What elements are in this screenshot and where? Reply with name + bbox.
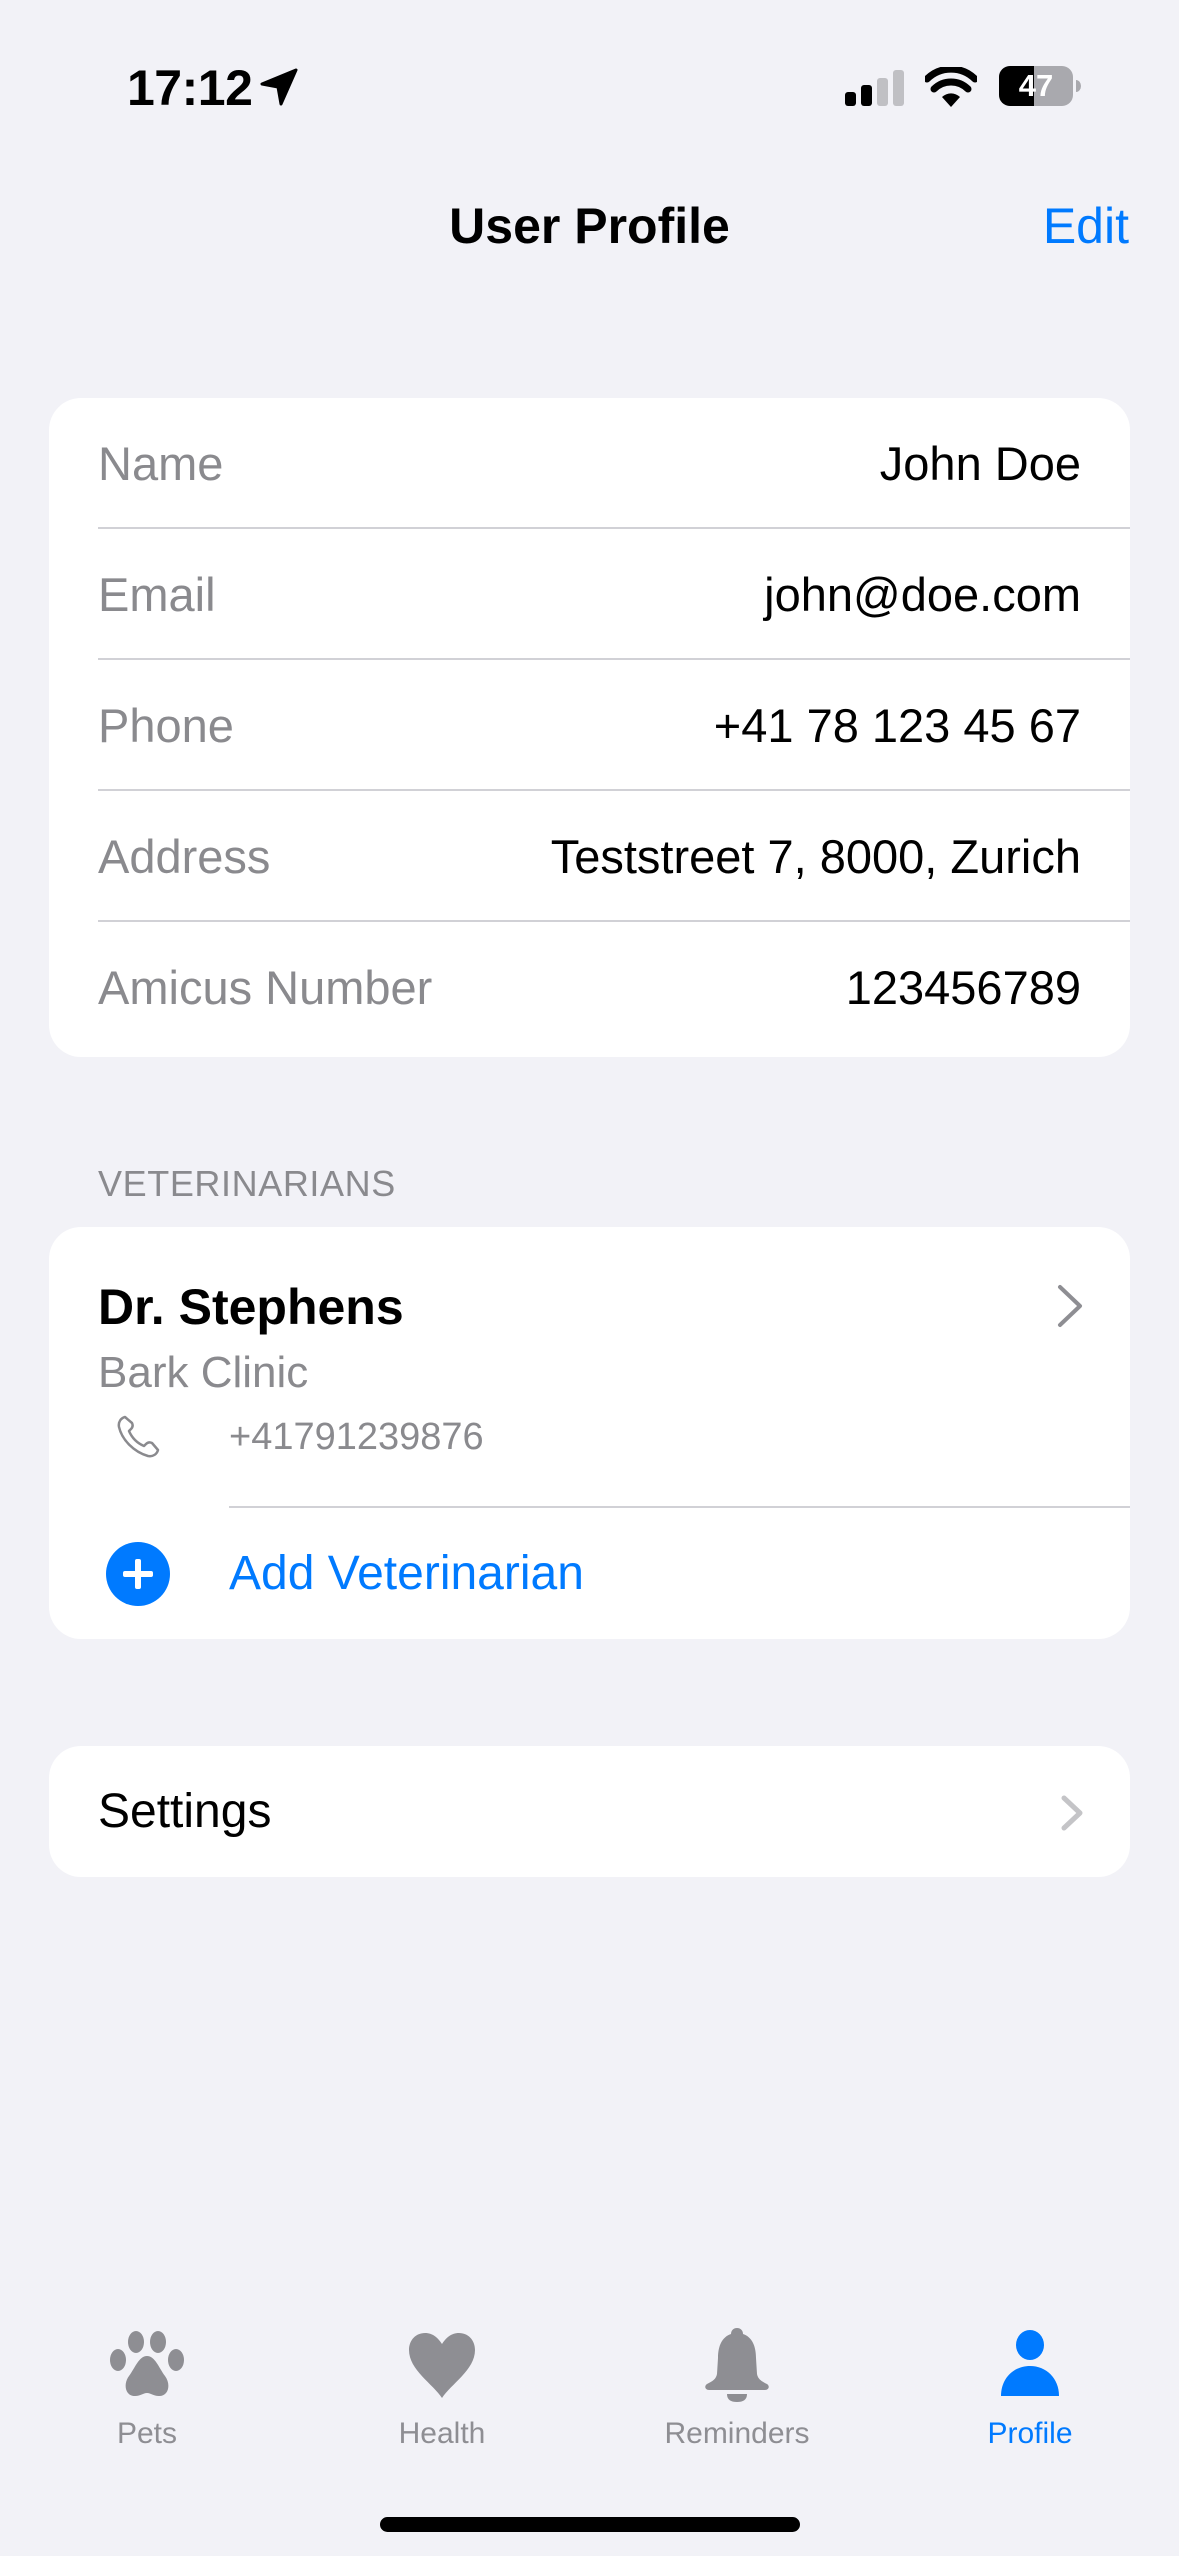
row-value: +41 78 123 45 67 [713,699,1081,752]
profile-row-phone: Phone +41 78 123 45 67 [49,660,1130,791]
profile-row-address: Address Teststreet 7, 8000, Zurich [49,791,1130,922]
tab-profile[interactable]: Profile [900,2318,1160,2458]
bell-icon [705,2328,769,2402]
phone-icon [117,1415,160,1458]
plus-circle-icon [106,1542,170,1606]
edit-button[interactable]: Edit [1043,196,1129,256]
tab-pets[interactable]: Pets [17,2318,277,2458]
profile-row-email: Email john@doe.com [49,529,1130,660]
battery-percent: 47 [1018,68,1054,103]
section-header-veterinarians: VETERINARIANS [98,1163,396,1204]
row-value: 123456789 [845,961,1081,1014]
paw-icon [110,2331,184,2396]
chevron-right-icon [1061,1795,1083,1831]
tab-health[interactable]: Health [312,2318,572,2458]
veterinarians-card: Dr. Stephens Bark Clinic +41791239876 Ad… [49,1227,1130,1639]
page-title: User Profile [449,198,730,254]
profile-info-card: Name John Doe Email john@doe.com Phone +… [49,398,1130,1057]
veterinarian-item[interactable]: Dr. Stephens Bark Clinic +41791239876 [49,1227,1130,1506]
row-label: Phone [98,699,234,752]
settings-row[interactable]: Settings [49,1746,1130,1877]
row-value: John Doe [879,437,1081,490]
add-veterinarian-button[interactable]: Add Veterinarian [49,1508,1130,1639]
chevron-right-icon [1058,1285,1082,1327]
tab-reminders[interactable]: Reminders [607,2318,867,2458]
home-indicator[interactable] [380,2517,800,2532]
tab-label: Profile [987,2417,1073,2450]
row-label: Address [98,830,271,883]
row-label: Name [98,437,224,490]
heart-icon [409,2333,475,2398]
row-label: Amicus Number [98,961,433,1014]
cellular-signal-icon [845,70,904,106]
vet-clinic: Bark Clinic [98,1348,309,1397]
row-value: Teststreet 7, 8000, Zurich [550,830,1081,883]
person-icon [1001,2330,1059,2396]
status-time: 17:12 [127,60,253,116]
profile-row-amicus-number: Amicus Number 123456789 [49,922,1130,1053]
battery-icon: 47 [999,66,1081,106]
settings-label: Settings [98,1785,272,1838]
vet-name: Dr. Stephens [98,1279,404,1335]
vet-phone[interactable]: +41791239876 [229,1413,484,1461]
row-value: john@doe.com [764,568,1081,621]
tab-label: Pets [116,2417,178,2450]
add-veterinarian-label: Add Veterinarian [229,1547,584,1600]
profile-row-name: Name John Doe [49,398,1130,529]
tab-label: Health [398,2417,486,2450]
row-label: Email [98,568,216,621]
location-arrow-icon [260,68,298,106]
wifi-icon [925,67,977,107]
tab-label: Reminders [664,2417,810,2450]
